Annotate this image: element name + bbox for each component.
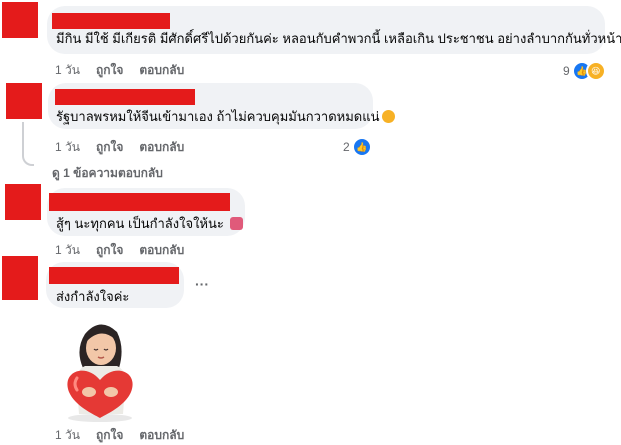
sad-emoji-icon	[381, 110, 395, 123]
comment-actions: 1 วัน ถูกใจ ตอบกลับ	[55, 241, 200, 260]
like-icon: 👍	[351, 137, 372, 157]
comment-time[interactable]: 1 วัน	[55, 63, 80, 77]
reaction-count: 9	[563, 64, 570, 78]
comment-actions: 1 วัน ถูกใจ ตอบกลับ	[55, 61, 200, 80]
view-replies-link[interactable]: ดู 1 ข้อความตอบกลับ	[52, 164, 163, 183]
woman-hugging-heart-sticker[interactable]	[55, 318, 145, 422]
redacted-author-name[interactable]	[49, 193, 230, 211]
flower-bouquet-icon	[229, 217, 243, 230]
comment-text: สู้ๆ นะทุกคน เป็นกำลังใจให้นะ	[56, 216, 243, 232]
avatar[interactable]	[2, 2, 38, 38]
thread-line	[22, 122, 34, 166]
avatar[interactable]	[6, 83, 42, 119]
comment-time[interactable]: 1 วัน	[55, 243, 80, 257]
reaction-count: 2	[343, 140, 350, 154]
more-options-icon[interactable]: ···	[195, 276, 209, 292]
like-button[interactable]: ถูกใจ	[96, 428, 123, 442]
redacted-author-name[interactable]	[49, 267, 179, 284]
comment-time[interactable]: 1 วัน	[55, 428, 80, 442]
haha-icon: 😆	[585, 61, 606, 81]
redacted-author-name[interactable]	[55, 89, 195, 105]
comment-time[interactable]: 1 วัน	[55, 140, 80, 154]
reply-button[interactable]: ตอบกลับ	[139, 243, 184, 257]
like-button[interactable]: ถูกใจ	[96, 243, 123, 257]
comment-actions: 1 วัน ถูกใจ ตอบกลับ	[55, 138, 200, 157]
comment-text: มีกิน มีใช้ มีเกียรติ มีศักดิ์ศรีไปด้วยก…	[56, 31, 621, 46]
avatar[interactable]	[2, 256, 38, 300]
comment-text: รัฐบาลพรหมให้จีนเข้ามาเอง ถ้าไม่ควบคุมมั…	[56, 109, 395, 125]
redacted-author-name[interactable]	[52, 13, 170, 29]
comment-actions: 1 วัน ถูกใจ ตอบกลับ	[55, 426, 200, 445]
reaction-summary[interactable]: 9 👍 😆	[563, 61, 606, 81]
like-button[interactable]: ถูกใจ	[96, 140, 123, 154]
reply-button[interactable]: ตอบกลับ	[139, 140, 184, 154]
avatar[interactable]	[5, 184, 41, 220]
reply-button[interactable]: ตอบกลับ	[139, 428, 184, 442]
reaction-summary[interactable]: 2 👍	[343, 137, 372, 157]
reply-button[interactable]: ตอบกลับ	[139, 63, 184, 77]
comment-text: ส่งกำลังใจค่ะ	[56, 289, 130, 304]
like-button[interactable]: ถูกใจ	[96, 63, 123, 77]
